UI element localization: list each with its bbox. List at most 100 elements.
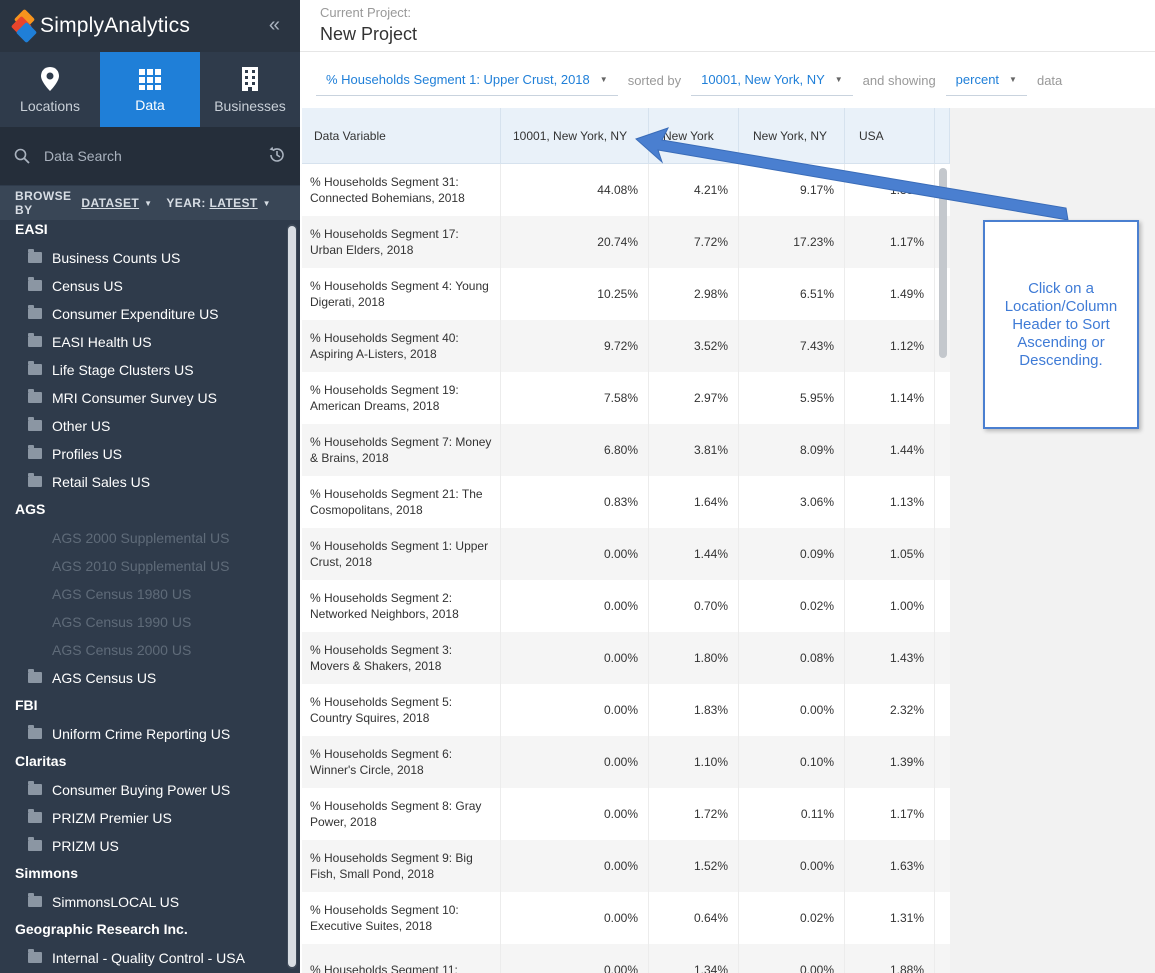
- value-new-york-ny-cell: 17.23%: [739, 216, 845, 268]
- value-new-york-ny-cell: 0.02%: [739, 892, 845, 944]
- value-new-york-ny-cell: 8.09%: [739, 424, 845, 476]
- sort-location-dropdown[interactable]: 10001, New York, NY ▼: [691, 64, 853, 96]
- folder-icon: [28, 277, 42, 291]
- dataset-item[interactable]: MRI Consumer Survey US: [0, 389, 285, 418]
- data-variable-cell: % Households Segment 11:: [302, 944, 501, 973]
- variable-dropdown[interactable]: % Households Segment 1: Upper Crust, 201…: [316, 64, 618, 96]
- folder-icon: [28, 305, 42, 319]
- table-row[interactable]: % Households Segment 17: Urban Elders, 2…: [302, 216, 950, 268]
- dataset-item[interactable]: Business Counts US: [0, 249, 285, 278]
- table-row[interactable]: % Households Segment 7: Money & Brains, …: [302, 424, 950, 476]
- sidebar: SimplyAnalytics « Locations Data Busines…: [0, 0, 300, 973]
- data-variable-cell: % Households Segment 4: Young Digerati, …: [302, 268, 501, 320]
- folder-icon: [28, 725, 42, 739]
- tab-locations[interactable]: Locations: [0, 52, 100, 127]
- folder-icon: [28, 389, 42, 403]
- dataset-item[interactable]: Internal - Quality Control - USA: [0, 949, 285, 973]
- folder-icon: [28, 809, 42, 823]
- table-row[interactable]: % Households Segment 8: Gray Power, 2018…: [302, 788, 950, 840]
- dataset-item[interactable]: Uniform Crime Reporting US: [0, 725, 285, 754]
- table-row[interactable]: % Households Segment 19: American Dreams…: [302, 372, 950, 424]
- header-new-york-ny[interactable]: New York, NY: [739, 108, 845, 163]
- browse-dataset-dropdown[interactable]: DATASET: [81, 196, 139, 210]
- data-variable-cell: % Households Segment 10: Executive Suite…: [302, 892, 501, 944]
- data-variable-cell: % Households Segment 6: Winner's Circle,…: [302, 736, 501, 788]
- table-row[interactable]: % Households Segment 2: Networked Neighb…: [302, 580, 950, 632]
- header-data-variable[interactable]: Data Variable: [302, 108, 501, 163]
- search-input[interactable]: Data Search: [44, 148, 122, 164]
- value-new-york-cell: 4.21%: [649, 164, 739, 216]
- tab-data[interactable]: Data: [100, 52, 200, 127]
- header-new-york[interactable]: New York: [649, 108, 739, 163]
- value-new-york-ny-cell: 0.00%: [739, 840, 845, 892]
- table-row[interactable]: % Households Segment 5: Country Squires,…: [302, 684, 950, 736]
- table-row[interactable]: % Households Segment 4: Young Digerati, …: [302, 268, 950, 320]
- showing-dropdown[interactable]: percent ▼: [945, 64, 1027, 96]
- folder-icon: [28, 445, 42, 459]
- dataset-group-heading: Simmons: [15, 865, 79, 881]
- dataset-item[interactable]: Consumer Expenditure US: [0, 305, 285, 334]
- dataset-item[interactable]: AGS Census US: [0, 669, 285, 698]
- callout-text: Click on a Location/Column Header to Sor…: [1004, 279, 1118, 369]
- dataset-item: AGS 2000 Supplemental US: [0, 530, 285, 558]
- year-dropdown[interactable]: LATEST: [209, 196, 257, 210]
- value-new-york-cell: 3.81%: [649, 424, 739, 476]
- value-usa-cell: 1.14%: [845, 372, 935, 424]
- value-new-york-ny-cell: 6.51%: [739, 268, 845, 320]
- dataset-item[interactable]: EASI Health US: [0, 333, 285, 362]
- table-row[interactable]: % Households Segment 11: 0.00% 1.34% 0.00% 1…: [302, 944, 950, 973]
- table-controls: % Households Segment 1: Upper Crust, 201…: [300, 52, 1155, 108]
- header-usa[interactable]: USA: [845, 108, 935, 163]
- table-row[interactable]: % Households Segment 9: Big Fish, Small …: [302, 840, 950, 892]
- value-10001-cell: 9.72%: [501, 320, 649, 372]
- dataset-item-label: Retail Sales US: [52, 474, 151, 490]
- table-row[interactable]: % Households Segment 40: Aspiring A-List…: [302, 320, 950, 372]
- chevron-down-icon: ▼: [834, 75, 843, 84]
- sidebar-scrollbar[interactable]: [287, 224, 297, 969]
- history-icon[interactable]: [268, 146, 286, 164]
- dataset-item[interactable]: Census US: [0, 277, 285, 306]
- data-search-bar[interactable]: Data Search: [0, 127, 300, 185]
- data-variable-cell: % Households Segment 8: Gray Power, 2018: [302, 788, 501, 840]
- table-row[interactable]: % Households Segment 31: Connected Bohem…: [302, 164, 950, 216]
- table-scrollbar[interactable]: [939, 168, 947, 358]
- value-new-york-ny-cell: 0.00%: [739, 944, 845, 973]
- tab-businesses[interactable]: Businesses: [200, 52, 300, 127]
- folder-icon: [28, 417, 42, 431]
- value-usa-cell: 1.63%: [845, 840, 935, 892]
- dataset-item: AGS Census 2000 US: [0, 642, 285, 670]
- dataset-item-label: SimmonsLOCAL US: [52, 894, 180, 910]
- value-usa-cell: 1.31%: [845, 892, 935, 944]
- dataset-item: AGS Census 1980 US: [0, 586, 285, 614]
- value-usa-cell: 2.32%: [845, 684, 935, 736]
- dataset-item[interactable]: Consumer Buying Power US: [0, 781, 285, 810]
- value-usa-cell: 1.44%: [845, 424, 935, 476]
- chevron-down-icon: ▼: [1009, 75, 1017, 84]
- dataset-item[interactable]: Profiles US: [0, 445, 285, 474]
- project-name[interactable]: New Project: [320, 24, 1155, 45]
- collapse-sidebar-icon[interactable]: «: [269, 14, 280, 37]
- dataset-item[interactable]: Other US: [0, 417, 285, 446]
- header-10001-new-york-ny[interactable]: 10001, New York, NY: [501, 108, 649, 163]
- table-row[interactable]: % Households Segment 21: The Cosmopolita…: [302, 476, 950, 528]
- dataset-item[interactable]: PRIZM Premier US: [0, 809, 285, 838]
- value-new-york-cell: 1.44%: [649, 528, 739, 580]
- value-new-york-ny-cell: 3.06%: [739, 476, 845, 528]
- table-row[interactable]: % Households Segment 6: Winner's Circle,…: [302, 736, 950, 788]
- dataset-item[interactable]: SimmonsLOCAL US: [0, 893, 285, 922]
- value-new-york-cell: 1.72%: [649, 788, 739, 840]
- dataset-item[interactable]: Retail Sales US: [0, 473, 285, 502]
- table-row[interactable]: % Households Segment 10: Executive Suite…: [302, 892, 950, 944]
- data-variable-cell: % Households Segment 3: Movers & Shakers…: [302, 632, 501, 684]
- table-row[interactable]: % Households Segment 1: Upper Crust, 201…: [302, 528, 950, 580]
- sorted-by-text: sorted by: [627, 72, 682, 88]
- brand-bar: SimplyAnalytics «: [0, 0, 300, 52]
- dataset-group-heading: Claritas: [15, 753, 67, 769]
- browse-options-bar: BROWSE BY DATASET ▼ YEAR: LATEST ▼: [0, 186, 300, 220]
- value-usa-cell: 1.00%: [845, 580, 935, 632]
- dataset-item[interactable]: PRIZM US: [0, 837, 285, 866]
- folder-icon: [28, 949, 42, 963]
- dataset-item[interactable]: Life Stage Clusters US: [0, 361, 285, 390]
- dataset-group-heading: Geographic Research Inc.: [15, 921, 188, 937]
- table-row[interactable]: % Households Segment 3: Movers & Shakers…: [302, 632, 950, 684]
